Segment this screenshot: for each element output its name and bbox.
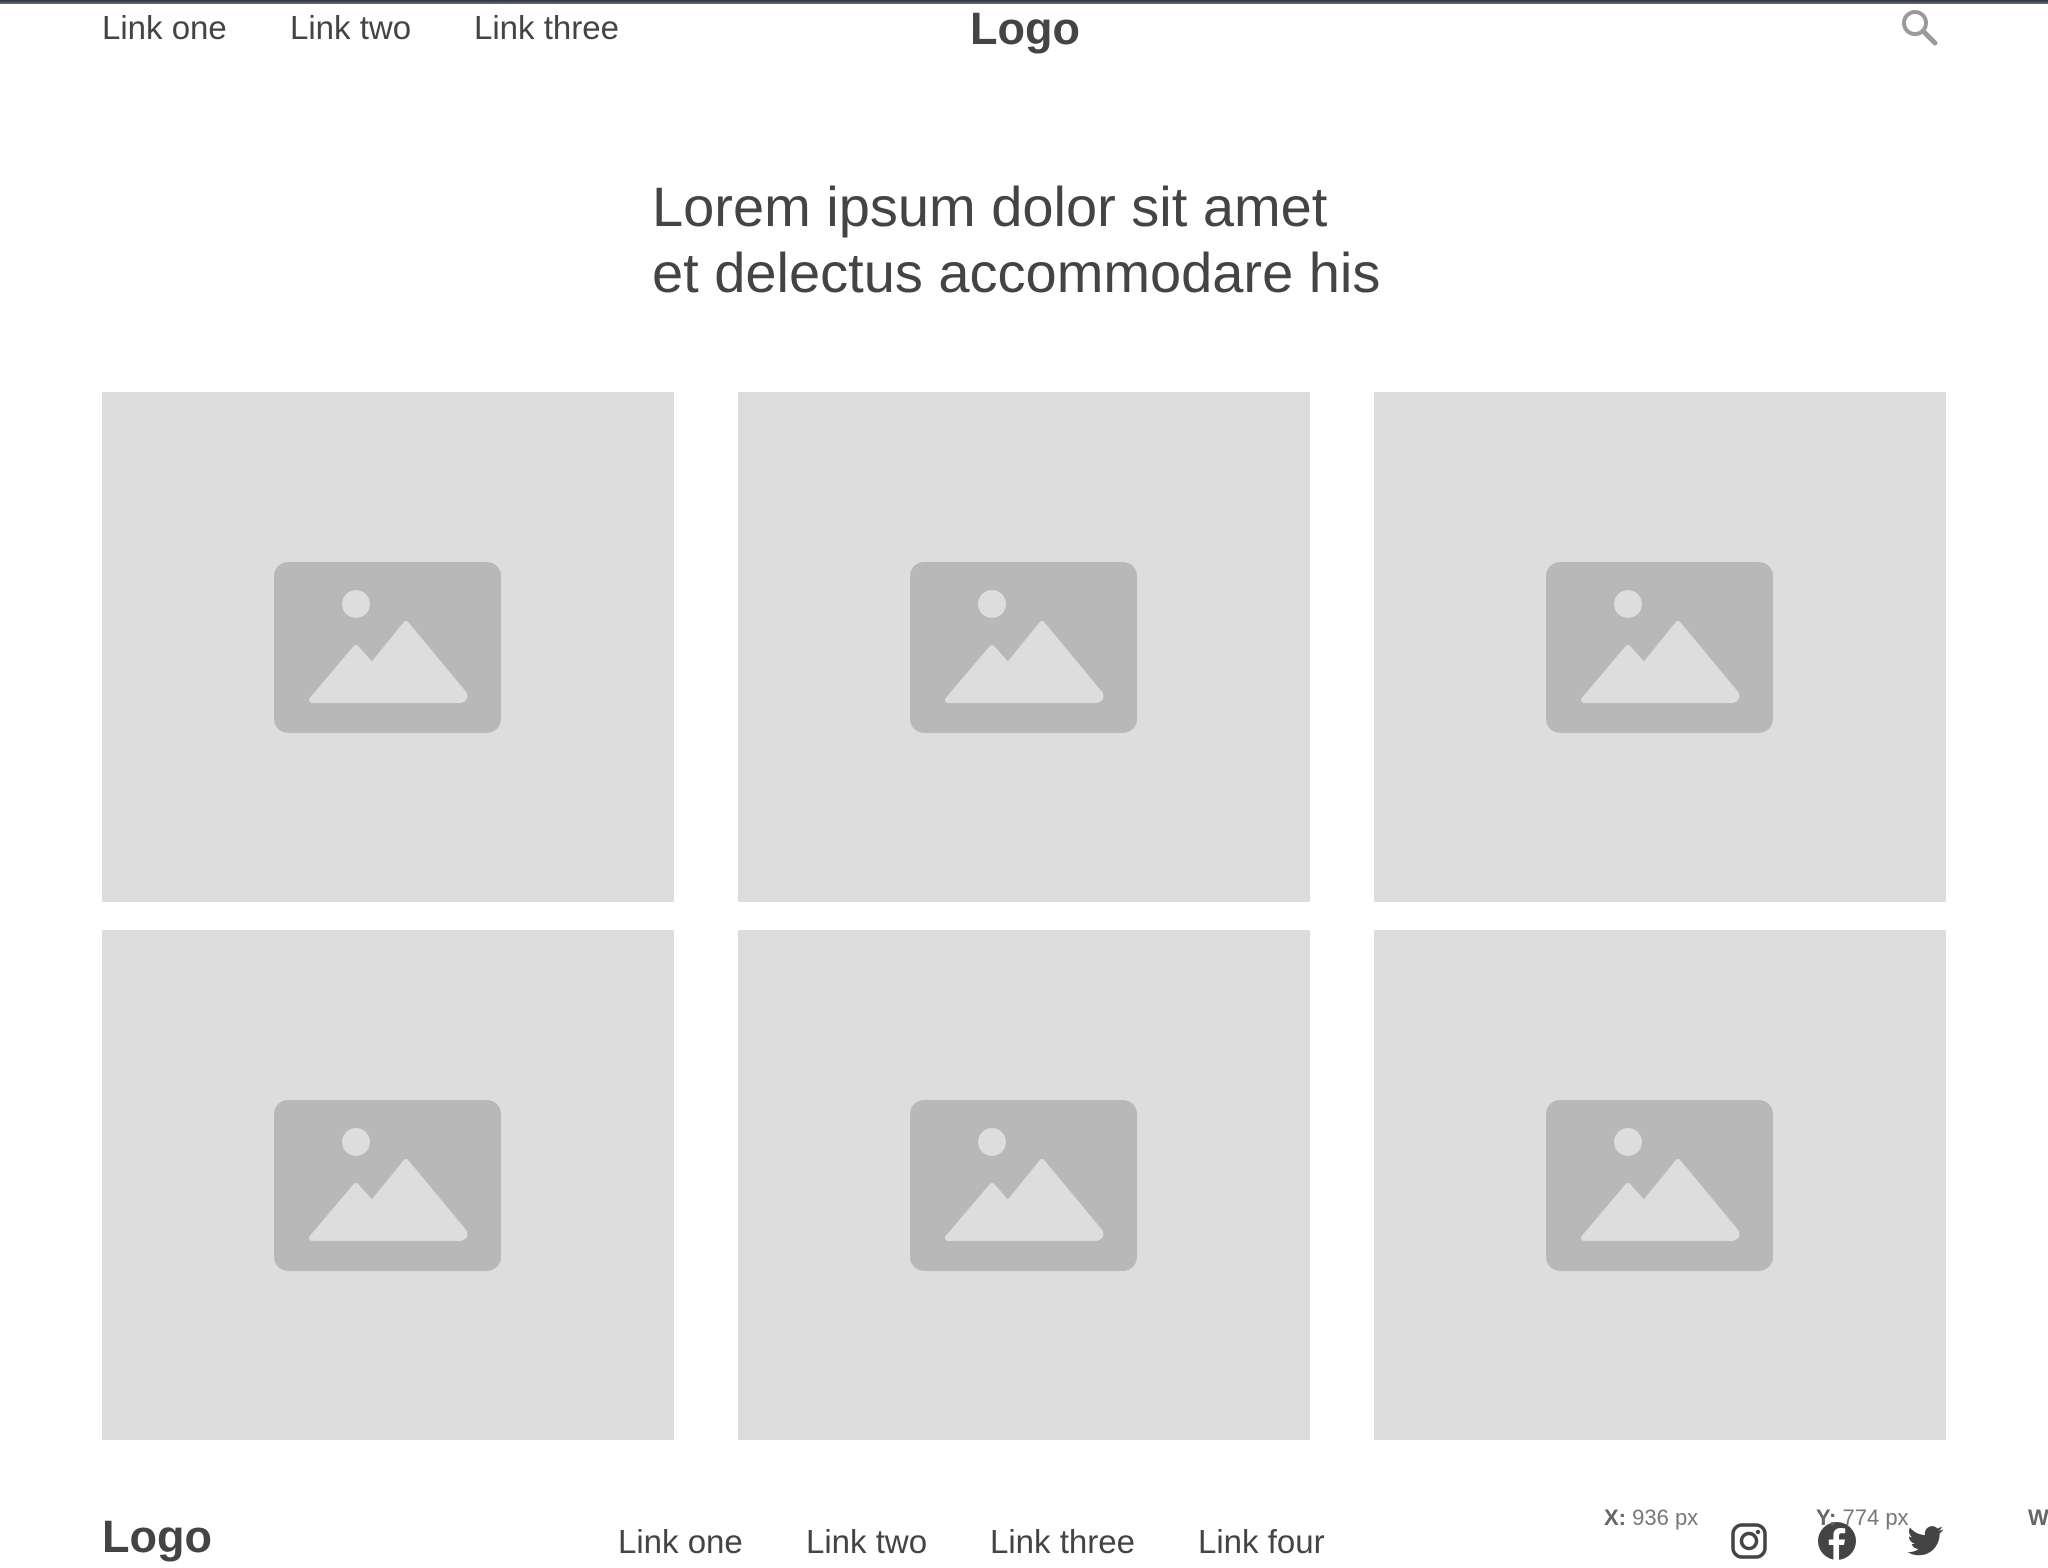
cursor-w-readout: W [2028,1505,2048,1531]
footer-nav-link-one[interactable]: Link one [618,1522,743,1562]
footer-nav-link-three[interactable]: Link three [990,1522,1135,1562]
image-tile[interactable] [1374,392,1946,902]
twitter-icon [1907,1526,1944,1556]
hero-heading: Lorem ipsum dolor sit amet et delectus a… [652,174,1452,306]
cursor-y-value: 774 px [1842,1505,1909,1530]
cursor-y-readout: Y: 774 px [1816,1505,1909,1531]
image-placeholder-icon [274,562,501,733]
image-placeholder-icon [910,1100,1137,1271]
cursor-x-readout: X: 936 px [1604,1505,1698,1531]
image-placeholder-icon [1546,1100,1773,1271]
instagram-icon [1731,1523,1767,1559]
twitter-button[interactable] [1904,1520,1946,1562]
cursor-y-label: Y: [1816,1505,1837,1530]
hero-heading-line-1: Lorem ipsum dolor sit amet [652,175,1328,238]
image-placeholder-icon [274,1100,501,1271]
image-tile[interactable] [102,930,674,1440]
footer-logo[interactable]: Logo [102,1512,212,1562]
image-placeholder-icon [1546,562,1773,733]
header-nav-link-three[interactable]: Link three [474,8,619,48]
search-icon [1902,10,1938,46]
footer-nav-link-two[interactable]: Link two [806,1522,927,1562]
footer-nav-link-four[interactable]: Link four [1198,1522,1325,1562]
image-placeholder-icon [910,562,1137,733]
header-nav-link-two[interactable]: Link two [290,8,411,48]
cursor-x-value: 936 px [1632,1505,1699,1530]
instagram-button[interactable] [1728,1520,1770,1562]
image-tile[interactable] [738,930,1310,1440]
image-tile[interactable] [102,392,674,902]
image-tile[interactable] [1374,930,1946,1440]
image-tile[interactable] [738,392,1310,902]
search-button[interactable] [1898,6,1942,50]
header-logo[interactable]: Logo [970,4,1080,54]
header-nav-link-one[interactable]: Link one [102,8,227,48]
cursor-x-label: X: [1604,1505,1626,1530]
cursor-w-label: W [2028,1505,2048,1530]
hero-heading-line-2: et delectus accommodare his [652,241,1381,304]
